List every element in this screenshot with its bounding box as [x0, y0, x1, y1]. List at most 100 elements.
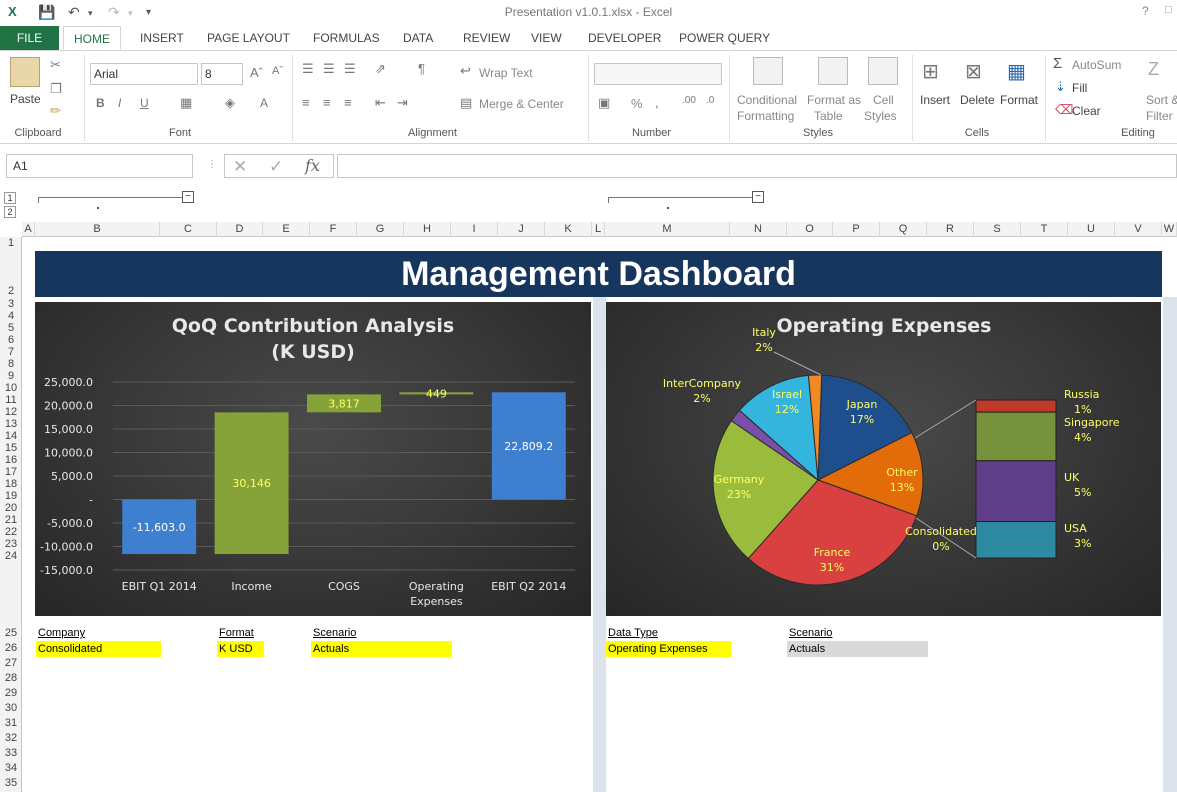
row-header[interactable]: 2 — [0, 249, 22, 298]
decrease-indent-icon[interactable]: ⇤ — [375, 95, 386, 111]
tab-file[interactable]: FILE — [0, 26, 59, 50]
row-header[interactable]: 31 — [0, 717, 22, 729]
align-center-icon[interactable]: ≡ — [323, 95, 331, 110]
italic-button[interactable]: I — [118, 96, 121, 110]
tab-data[interactable]: DATA — [393, 26, 443, 50]
row-header[interactable]: 6 — [0, 334, 22, 346]
column-header[interactable]: Q — [880, 222, 927, 237]
row-header[interactable]: 32 — [0, 732, 22, 744]
column-header[interactable]: S — [974, 222, 1021, 237]
conditional-formatting-label-2[interactable]: Formatting — [737, 109, 794, 123]
text-direction-icon[interactable]: ¶ — [418, 61, 425, 76]
clear-button[interactable]: Clear — [1072, 104, 1101, 118]
format-cells-icon[interactable]: ▦ — [1007, 59, 1026, 84]
row-header[interactable]: 16 — [0, 454, 22, 466]
cell-styles-label-1[interactable]: Cell — [873, 93, 894, 107]
insert-cells-icon[interactable]: ⊞ — [922, 59, 939, 84]
operating-expenses-chart-panel[interactable]: Operating Expenses Japan 17% Other 13% Conso… — [606, 302, 1161, 616]
scenario-value-cell-right[interactable]: Actuals — [787, 641, 928, 657]
row-header[interactable]: 28 — [0, 672, 22, 684]
sort-filter-icon[interactable]: Z — [1148, 59, 1159, 80]
delete-cells-button[interactable]: Delete — [960, 93, 995, 107]
row-header[interactable]: 10 — [0, 382, 22, 394]
underline-button[interactable]: U — [140, 96, 149, 110]
formula-bar-options-icon[interactable]: ⋮ — [207, 159, 217, 170]
cut-icon[interactable]: ✂ — [50, 57, 61, 73]
cell-styles-icon[interactable] — [868, 57, 898, 85]
orientation-icon[interactable]: ⇗ — [375, 61, 386, 77]
autosum-button[interactable]: AutoSum — [1072, 58, 1121, 72]
row-header[interactable]: 21 — [0, 514, 22, 526]
format-value-cell[interactable]: K USD — [217, 641, 264, 657]
tab-formulas[interactable]: FORMULAS — [303, 26, 390, 50]
column-header[interactable]: I — [451, 222, 498, 237]
format-painter-icon[interactable]: ✏ — [50, 103, 61, 119]
column-header[interactable]: B — [35, 222, 160, 237]
align-right-icon[interactable]: ≡ — [344, 95, 352, 110]
column-header[interactable]: N — [730, 222, 787, 237]
row-header[interactable]: 18 — [0, 478, 22, 490]
column-header[interactable]: C — [160, 222, 217, 237]
align-top-icon[interactable]: ☰ — [302, 61, 314, 77]
font-color-button[interactable]: A — [260, 96, 268, 110]
row-header[interactable]: 8 — [0, 358, 22, 370]
column-header[interactable]: H — [404, 222, 451, 237]
column-header[interactable]: O — [787, 222, 833, 237]
ribbon-display-icon[interactable]: □ — [1165, 4, 1172, 16]
row-header[interactable]: 30 — [0, 702, 22, 714]
row-header[interactable]: 17 — [0, 466, 22, 478]
paste-button[interactable]: Paste — [10, 92, 41, 106]
worksheet-grid[interactable]: Management Dashboard QoQ Contribution An… — [23, 237, 1177, 792]
decrease-font-icon[interactable]: Aˇ — [272, 65, 283, 77]
column-header[interactable]: R — [927, 222, 974, 237]
column-header[interactable]: L — [592, 222, 605, 237]
borders-icon[interactable]: ▦ — [180, 95, 192, 111]
row-header[interactable]: 26 — [0, 642, 22, 654]
percent-style-button[interactable]: % — [631, 96, 643, 111]
outline-level-1-button[interactable]: 1 — [4, 192, 16, 204]
sort-filter-label-1[interactable]: Sort & — [1146, 93, 1177, 107]
company-value-cell[interactable]: Consolidated — [36, 641, 161, 657]
row-header[interactable]: 35 — [0, 777, 22, 789]
column-header[interactable]: U — [1068, 222, 1115, 237]
row-header[interactable]: 25 — [0, 627, 22, 639]
increase-indent-icon[interactable]: ⇥ — [397, 95, 408, 111]
row-header[interactable]: 5 — [0, 322, 22, 334]
accounting-format-icon[interactable]: ▣ — [598, 95, 610, 111]
row-header[interactable]: 34 — [0, 762, 22, 774]
decrease-decimal-icon[interactable]: .0 — [706, 95, 714, 106]
row-header[interactable]: 12 — [0, 406, 22, 418]
increase-decimal-icon[interactable]: .00 — [682, 95, 696, 106]
row-header[interactable]: 3 — [0, 298, 22, 310]
align-left-icon[interactable]: ≡ — [302, 95, 310, 110]
row-header[interactable]: 19 — [0, 490, 22, 502]
data-type-value-cell[interactable]: Operating Expenses — [606, 641, 731, 657]
row-header[interactable]: 20 — [0, 502, 22, 514]
collapse-group-button-right[interactable]: − — [752, 191, 764, 203]
row-header[interactable]: 33 — [0, 747, 22, 759]
contribution-chart-panel[interactable]: QoQ Contribution Analysis (K USD) 25,000… — [35, 302, 591, 616]
insert-cells-button[interactable]: Insert — [920, 93, 950, 107]
row-header[interactable]: 13 — [0, 418, 22, 430]
format-as-table-label-1[interactable]: Format as — [807, 93, 861, 107]
cell-styles-label-2[interactable]: Styles — [864, 109, 897, 123]
row-header[interactable]: 11 — [0, 394, 22, 406]
column-header[interactable]: M — [605, 222, 730, 237]
row-header[interactable]: 23 — [0, 538, 22, 550]
column-header[interactable]: G — [357, 222, 404, 237]
tab-insert[interactable]: INSERT — [130, 26, 194, 50]
wrap-text-button[interactable]: Wrap Text — [479, 66, 533, 80]
help-button[interactable]: ? — [1142, 4, 1149, 18]
tab-view[interactable]: VIEW — [521, 26, 572, 50]
scenario-value-cell[interactable]: Actuals — [311, 641, 452, 657]
column-header[interactable]: D — [217, 222, 263, 237]
fill-color-icon[interactable]: ◈ — [225, 95, 235, 111]
sort-filter-label-2[interactable]: Filter — [1146, 109, 1173, 123]
increase-font-icon[interactable]: Aˆ — [250, 65, 263, 80]
row-header[interactable]: 15 — [0, 442, 22, 454]
comma-style-icon[interactable]: , — [655, 95, 659, 110]
format-as-table-label-2[interactable]: Table — [814, 109, 843, 123]
row-header[interactable]: 24 — [0, 550, 22, 562]
collapse-group-button-left[interactable]: − — [182, 191, 194, 203]
column-header[interactable]: K — [545, 222, 592, 237]
